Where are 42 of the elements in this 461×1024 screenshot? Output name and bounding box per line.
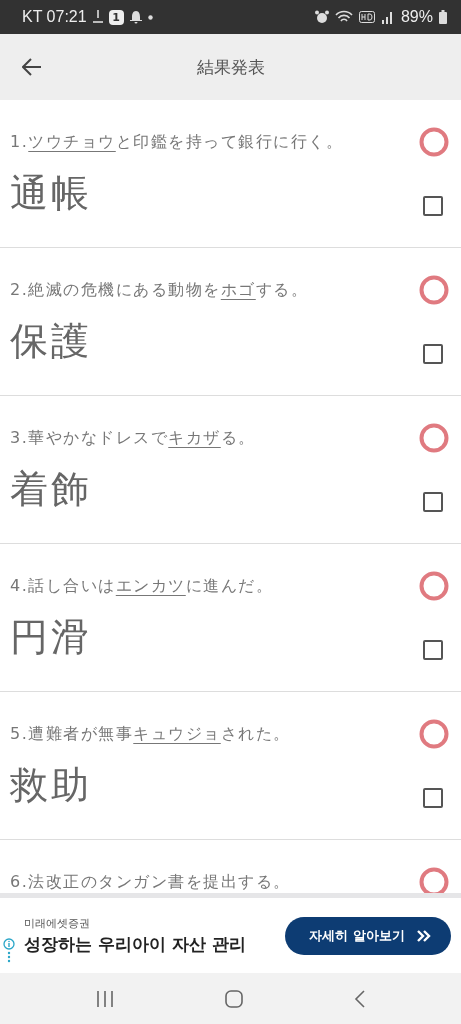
- question-text: 2.絶滅の危機にある動物を ホゴする。: [10, 279, 309, 301]
- download-icon: [92, 10, 103, 24]
- circle-mark-icon: [418, 274, 450, 306]
- dot-icon: [147, 14, 153, 20]
- checkbox[interactable]: [423, 787, 443, 808]
- recent-apps-icon[interactable]: [94, 989, 115, 1008]
- ad-headline: 성장하는 우리아이 자산 관리: [24, 932, 246, 956]
- circle-mark-icon: [418, 718, 450, 750]
- ad-info-icon[interactable]: [3, 938, 15, 964]
- home-icon[interactable]: [224, 988, 245, 1009]
- answer-text: 救助: [10, 762, 92, 809]
- answer-text: 保護: [10, 318, 92, 365]
- signal-icon: [380, 10, 395, 24]
- checkbox[interactable]: [423, 639, 443, 660]
- answer-text: 円滑: [10, 614, 92, 661]
- circle-mark-icon: [418, 570, 450, 602]
- answer-text: 着飾: [10, 466, 92, 513]
- circle-mark-icon: [418, 422, 450, 454]
- battery-icon: [439, 10, 447, 24]
- checkbox[interactable]: [423, 195, 443, 216]
- screen-title: 結果発表: [196, 55, 265, 79]
- wifi-icon: [334, 10, 353, 24]
- double-chevron-icon: [417, 929, 431, 942]
- question-text: 3.華やかなドレスでキカザ る。: [10, 427, 256, 449]
- advertiser-name: 미래에셋증권: [24, 915, 91, 931]
- answer-text: 通帳: [10, 170, 92, 217]
- question-text: 4.話し合いは エンカツ に進んだ。: [10, 575, 274, 597]
- bell-icon: [129, 10, 142, 24]
- battery-percent: 89%: [400, 8, 433, 26]
- back-arrow-icon[interactable]: [22, 58, 42, 76]
- question-text: 5.遭難者が無事キュウジョ された。: [10, 723, 291, 745]
- back-nav-icon[interactable]: [354, 988, 367, 1009]
- checkbox[interactable]: [423, 491, 443, 512]
- notification-badge: 1: [108, 9, 124, 25]
- question-text: 6.法改正のタンガン書を提出する。: [10, 871, 291, 893]
- status-time: KT 07:21: [22, 8, 87, 26]
- learn-more-button[interactable]: 자세히 알아보기: [285, 916, 451, 955]
- checkbox[interactable]: [423, 343, 443, 364]
- circle-mark-icon: [418, 126, 450, 158]
- question-text: 1.ツウチョウ と印鑑を持って銀行に行く。: [10, 131, 344, 153]
- hd-icon: [358, 11, 375, 23]
- circle-mark-icon: [418, 866, 450, 893]
